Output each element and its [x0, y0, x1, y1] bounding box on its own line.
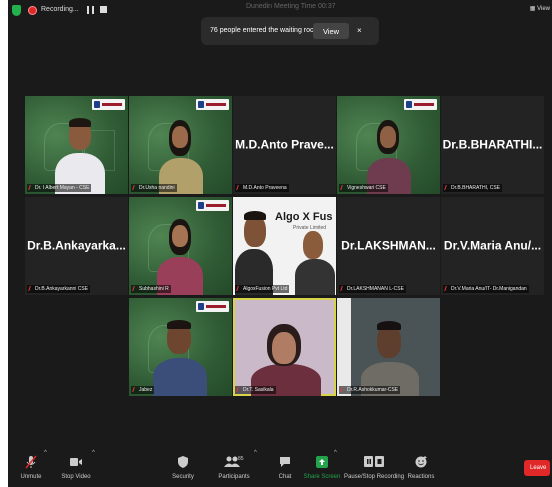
participant-display-name: Dr.V.Maria Anu/... — [443, 238, 542, 253]
university-logo — [404, 99, 437, 110]
participant-name: Dr.Usha nandini — [131, 184, 177, 192]
university-logo — [196, 200, 229, 211]
microphone-muted-icon — [25, 455, 37, 469]
chat-icon — [280, 457, 290, 467]
unmute-button[interactable]: Unmute — [16, 454, 46, 480]
university-logo — [196, 99, 229, 110]
video-tile[interactable]: Dr.B.BHARATHI... Dr.B.BHARATHI, CSE — [441, 96, 544, 194]
reactions-button[interactable]: Reactions — [406, 454, 436, 480]
reactions-label: Reactions — [407, 474, 435, 480]
pause-stop-recording-button[interactable]: Pause/Stop Recording — [344, 454, 404, 480]
shield-icon — [178, 456, 188, 468]
university-logo — [196, 301, 229, 312]
chat-label: Chat — [278, 474, 292, 480]
meeting-title: Dunedin Meeting Time 00:37 — [246, 3, 336, 10]
video-tile[interactable]: Dr.R.Ashokkumar-CSE — [337, 298, 440, 396]
video-options-caret-icon[interactable]: ^ — [92, 450, 95, 456]
participant-name: AlgoxFusion Pvt Ltd — [235, 285, 290, 293]
video-tile[interactable]: M.D.Anto Prave... M.D.Anto Praveena — [233, 96, 336, 194]
participant-name: Subhashini R — [131, 285, 171, 293]
university-logo — [92, 99, 125, 110]
pause-stop-icon — [364, 456, 384, 467]
video-tile[interactable]: Dr.B.Ankayarka... Dr.B.Ankayarkanni CSE — [25, 197, 128, 295]
participant-name: Dr.T. Sasikala — [235, 386, 276, 394]
video-tile[interactable]: Jabez — [129, 298, 232, 396]
view-waiting-room-button[interactable]: View — [313, 23, 349, 39]
participant-display-name: Dr.LAKSHMAN... — [341, 238, 436, 253]
video-tile[interactable]: Dr.Usha nandini — [129, 96, 232, 194]
view-menu[interactable]: ▦ View — [530, 5, 550, 12]
participant-display-name: M.D.Anto Prave... — [235, 137, 334, 152]
participants-caret-icon[interactable]: ^ — [254, 450, 257, 456]
zoom-window: Recording... Dunedin Meeting Time 00:37 … — [8, 0, 552, 487]
participant-display-name: Dr.B.BHARATHI... — [442, 137, 543, 152]
participant-display-name: Dr.B.Ankayarka... — [27, 238, 126, 253]
waiting-room-message: 76 people entered the waiting room — [210, 27, 320, 34]
security-button[interactable]: Security — [168, 454, 198, 480]
recording-label: Recording... — [41, 6, 79, 13]
grid-view-icon: ▦ — [529, 6, 538, 12]
stop-video-button[interactable]: Stop Video — [54, 454, 98, 480]
leave-button[interactable]: Leave — [524, 460, 550, 476]
participants-count: 85 — [238, 456, 244, 462]
participant-name: Dr. I Albert Mayan - CSE — [27, 184, 92, 192]
participant-name: Dr.B.BHARATHI, CSE — [443, 184, 503, 192]
participants-label: Participants — [218, 474, 250, 480]
share-screen-icon — [316, 456, 328, 468]
participants-button[interactable]: 85 Participants — [214, 454, 254, 480]
video-tile[interactable]: Dr.V.Maria Anu/... Dr.V.Maria Anu/IT- Dr… — [441, 197, 544, 295]
wall-background — [337, 298, 351, 396]
close-icon[interactable]: × — [357, 26, 362, 35]
stop-video-label: Stop Video — [61, 474, 91, 480]
video-tile[interactable]: Dr. I Albert Mayan - CSE — [25, 96, 128, 194]
security-shield-icon[interactable] — [12, 5, 21, 16]
video-tile[interactable]: Subhashini R — [129, 197, 232, 295]
recording-controls-label: Pause/Stop Recording — [344, 474, 405, 480]
share-screen-label: Share Screen — [303, 474, 341, 480]
participant-name: Dr.LAKSHMANAN L-CSE — [339, 285, 406, 293]
emoji-icon — [415, 456, 427, 468]
security-label: Security — [172, 474, 194, 480]
audio-options-caret-icon[interactable]: ^ — [44, 450, 47, 456]
video-camera-icon — [70, 458, 82, 466]
waiting-room-notification: 76 people entered the waiting room View … — [201, 17, 379, 45]
meeting-toolbar: Unmute ^ Stop Video ^ Security 85 Partic… — [8, 446, 552, 487]
video-tile[interactable]: Dr.LAKSHMAN... Dr.LAKSHMANAN L-CSE — [337, 197, 440, 295]
chat-button[interactable]: Chat — [272, 454, 298, 480]
participant-name: Jabez — [131, 386, 155, 394]
company-banner: Algo X Fus — [275, 211, 333, 223]
participant-name: Dr.V.Maria Anu/IT- Dr.Manigandan — [443, 285, 529, 293]
recording-icon — [28, 6, 37, 15]
share-options-caret-icon[interactable]: ^ — [334, 450, 337, 456]
company-banner-subtitle: Private Limited — [293, 225, 327, 231]
participant-name: Vigneshwari CSE — [339, 184, 388, 192]
unmute-label: Unmute — [20, 474, 42, 480]
video-tile[interactable]: Vigneshwari CSE — [337, 96, 440, 194]
participant-name: Dr.B.Ankayarkanni CSE — [27, 285, 91, 293]
participant-name: M.D.Anto Praveena — [235, 184, 289, 192]
view-menu-label: View — [537, 6, 550, 12]
participant-name: Dr.R.Ashokkumar-CSE — [339, 386, 401, 394]
video-tile-active-speaker[interactable]: Dr.T. Sasikala — [233, 298, 336, 396]
stop-recording-icon[interactable] — [100, 6, 107, 13]
video-tile[interactable]: Algo X Fus Private Limited AlgoxFusion P… — [233, 197, 336, 295]
share-screen-button[interactable]: Share Screen — [302, 454, 342, 480]
pause-recording-icon[interactable] — [87, 6, 94, 14]
